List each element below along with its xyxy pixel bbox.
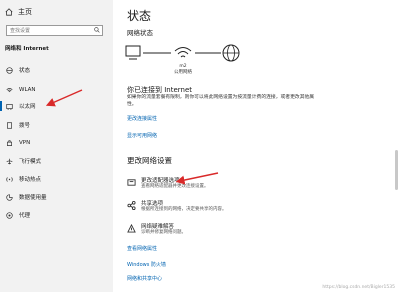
- sidebar-item-status[interactable]: 状态: [0, 61, 113, 79]
- sidebar-item-label: 状态: [19, 68, 31, 74]
- sidebar-item-airplane[interactable]: 飞行模式: [0, 152, 113, 170]
- search-placeholder: 查找设置: [10, 28, 31, 34]
- connected-desc: 如果你的流量套餐有限制，则你可以将此网络设置为按流量计费的连接，或者更改其他属性…: [127, 95, 315, 107]
- phone-icon: [7, 121, 12, 129]
- sidebar-item-data-usage[interactable]: 数据使用量: [0, 188, 113, 206]
- view-network-properties-link[interactable]: 查看网络属性: [127, 245, 157, 252]
- warning-icon: [127, 224, 136, 233]
- network-status-label: 网络状态: [127, 29, 153, 37]
- sidebar-item-label: 代理: [19, 213, 31, 219]
- option-troubleshoot[interactable]: 网络疑难解答 诊断并修复网络问题。: [127, 222, 307, 242]
- sidebar-item-proxy[interactable]: 代理: [0, 206, 113, 224]
- sidebar-item-hotspot[interactable]: 移动热点: [0, 170, 113, 188]
- sidebar-item-label: WLAN: [19, 87, 36, 93]
- scrollbar[interactable]: [395, 150, 398, 190]
- ethernet-icon: [6, 103, 13, 110]
- adapter-icon: [127, 179, 136, 186]
- change-settings-title: 更改网络设置: [127, 156, 172, 165]
- proxy-icon: [6, 211, 13, 219]
- sidebar-item-dialup[interactable]: 拨号: [0, 116, 113, 134]
- computer-icon: [125, 45, 141, 60]
- option-desc: 诊断并修复网络问题。: [141, 230, 186, 235]
- home-icon: [5, 8, 13, 16]
- wifi-status-icon: [174, 47, 192, 58]
- sharing-icon: [127, 201, 136, 210]
- hotspot-icon: [6, 176, 13, 182]
- show-available-networks-link[interactable]: 显示可用网络: [127, 132, 157, 139]
- option-sharing[interactable]: 共享选项 根据所连接到的网络，决定要共享的内容。: [127, 199, 307, 219]
- sidebar-item-label: 数据使用量: [19, 195, 47, 201]
- vpn-icon: [7, 139, 12, 146]
- sidebar-item-vpn[interactable]: VPN: [0, 134, 113, 152]
- data-usage-icon: [6, 193, 13, 201]
- globe-status-icon: [222, 44, 240, 62]
- home-label: 主页: [18, 8, 32, 16]
- sidebar: 主页 查找设置 网络和 Internet 状态 WLAN 以太网 拨号 VPN …: [0, 0, 113, 292]
- sidebar-item-label: 以太网: [19, 104, 36, 110]
- sidebar-item-ethernet[interactable]: 以太网: [0, 97, 113, 115]
- network-sharing-center-link[interactable]: 网络和共享中心: [127, 275, 162, 282]
- option-adapter[interactable]: 更改适配器选项 查看网络适配器并更改连接设置。: [127, 176, 307, 196]
- watermark: https://blog.csdn.net/Bigler1535: [322, 285, 395, 290]
- network-diagram: m2 公用网络: [125, 44, 240, 75]
- option-desc: 查看网络适配器并更改连接设置。: [141, 184, 209, 189]
- globe-icon: [6, 66, 13, 74]
- search-icon: [94, 27, 100, 33]
- sidebar-item-label: 拨号: [19, 123, 31, 129]
- sidebar-item-label: 飞行模式: [19, 159, 42, 165]
- network-type: 公用网络: [174, 68, 192, 75]
- main-panel: 状态 网络状态 m2 公用网络 你已连接到 Internet 如果你的流量套餐有…: [113, 0, 400, 292]
- sidebar-item-label: 移动热点: [19, 177, 42, 183]
- windows-firewall-link[interactable]: Windows 防火墙: [127, 261, 166, 268]
- option-desc: 根据所连接到的网络，决定要共享的内容。: [141, 207, 227, 212]
- home-link[interactable]: 主页: [5, 7, 32, 17]
- airplane-icon: [6, 158, 13, 164]
- network-name: m2: [179, 63, 186, 69]
- change-connection-properties-link[interactable]: 更改连接属性: [127, 115, 157, 122]
- sidebar-item-label: VPN: [19, 140, 31, 146]
- search-input[interactable]: 查找设置: [6, 25, 103, 36]
- page-title: 状态: [127, 9, 152, 23]
- wifi-icon: [6, 87, 13, 92]
- section-title: 网络和 Internet: [5, 46, 49, 52]
